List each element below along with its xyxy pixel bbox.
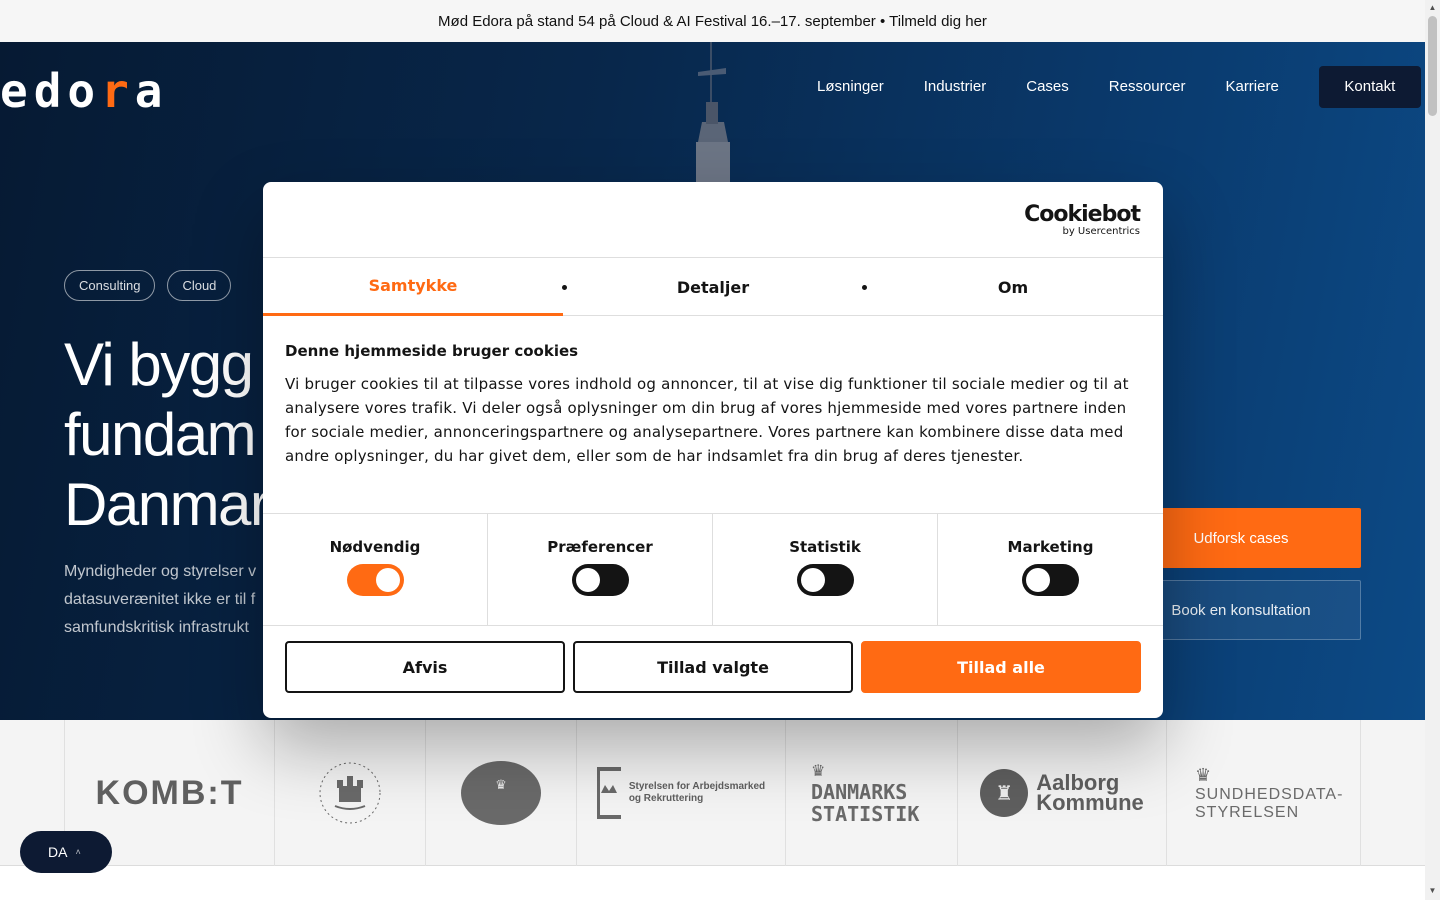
kobenhavn-crest-icon: [319, 762, 381, 824]
category-label: Statistik: [789, 538, 861, 556]
scroll-up-arrow-icon[interactable]: ▲: [1428, 3, 1437, 12]
cookiebot-name: Cookiebot: [1024, 202, 1141, 227]
aalborg-crest-icon: ♜: [980, 769, 1029, 817]
kombit-logo-text: KOMB:T: [95, 773, 244, 812]
cookie-dialog-title: Denne hjemmeside bruger cookies: [285, 342, 579, 360]
cookie-consent-dialog: Cookiebot by Usercentrics Samtykke Detal…: [263, 182, 1163, 718]
sds-text-line2: STYRELSEN: [1195, 803, 1300, 821]
tab-detaljer[interactable]: Detaljer: [563, 258, 867, 316]
tab-om-label: Om: [997, 277, 1029, 297]
toggle-knob: [800, 568, 825, 592]
page-scrollbar[interactable]: ▲ ▼: [1425, 0, 1440, 900]
contact-button[interactable]: Kontakt: [1318, 66, 1421, 108]
nav-item-karriere[interactable]: Karriere: [1205, 66, 1298, 108]
client-logo-strip: KOMB:T ♛ Styrelsen for Arbejdsmarked og …: [0, 720, 1425, 866]
spire-image: [696, 42, 730, 182]
language-selector[interactable]: DA ˄: [20, 831, 112, 873]
edora-logo[interactable]: edora: [0, 64, 169, 118]
nodvendig-toggle[interactable]: [346, 564, 404, 596]
allow-selected-button[interactable]: Tillad valgte: [573, 641, 853, 693]
praeferencer-toggle[interactable]: [571, 564, 629, 596]
cookiebot-logo[interactable]: Cookiebot by Usercentrics: [1024, 202, 1141, 238]
category-label: Nødvendig: [329, 538, 421, 556]
main-nav: Løsninger Industrier Cases Ressourcer Ka…: [797, 66, 1421, 108]
nav-item-losninger[interactable]: Løsninger: [797, 66, 904, 108]
announcement-bar[interactable]: Mød Edora på stand 54 på Cloud & AI Fest…: [0, 0, 1425, 42]
logo-text-end: a: [134, 64, 169, 118]
cookie-categories: Nødvendig Præferencer Statistik Marketin…: [263, 514, 1163, 626]
tag-cloud[interactable]: Cloud: [167, 270, 232, 301]
cookiebot-subtitle: by Usercentrics: [1062, 226, 1140, 237]
cookie-dialog-text: Vi bruger cookies til at tilpasse vores …: [285, 375, 1129, 465]
tab-om[interactable]: Om: [863, 258, 1163, 316]
toggle-knob: [375, 568, 400, 592]
toggle-knob: [575, 568, 600, 592]
statistik-toggle[interactable]: [796, 564, 854, 596]
reject-button[interactable]: Afvis: [285, 641, 565, 693]
category-nodvendig: Nødvendig: [263, 514, 488, 625]
dst-text-line1: DANMARKS: [811, 780, 908, 804]
dst-crown-icon: ♛: [811, 763, 826, 780]
nav-item-cases[interactable]: Cases: [1006, 66, 1089, 108]
scroll-down-arrow-icon[interactable]: ▼: [1428, 886, 1437, 895]
sundhedsdatastyrelsen-logo: ♛ SUNDHEDSDATA- STYRELSEN: [1166, 720, 1361, 866]
allow-all-button[interactable]: Tillad alle: [861, 641, 1141, 693]
styrelsen-text-line1: Styrelsen for Arbejdsmarked: [628, 781, 766, 792]
cookie-dialog-body: Denne hjemmeside bruger cookies Vi bruge…: [263, 316, 1163, 514]
hero-tags: Consulting Cloud: [64, 270, 232, 301]
category-statistik: Statistik: [713, 514, 938, 625]
tab-samtykke-label: Samtykke: [368, 276, 458, 295]
cookie-tabs: Samtykke Detaljer Om: [263, 258, 1163, 316]
nav-item-industrier[interactable]: Industrier: [904, 66, 1007, 108]
marketing-toggle[interactable]: [1022, 564, 1079, 596]
danmarks-domstole-logo: ♛: [425, 720, 576, 866]
logo-text-accent: r: [101, 64, 135, 118]
tab-detaljer-label: Detaljer: [676, 277, 750, 297]
domstole-seal-icon: ♛: [461, 761, 541, 825]
styrelsen-crown-icon: [596, 767, 621, 819]
styrelsen-arbejdsmarked-logo: Styrelsen for Arbejdsmarked og Rekrutter…: [576, 720, 785, 866]
danmarks-statistik-logo: ♛ DANMARKS STATISTIK: [785, 720, 957, 866]
category-label: Marketing: [1007, 538, 1094, 556]
tab-samtykke[interactable]: Samtykke: [263, 258, 567, 316]
aalborg-text-line2: Kommune: [1036, 790, 1144, 815]
kobenhavns-kommune-logo: [274, 720, 425, 866]
scrollbar-thumb[interactable]: [1428, 16, 1437, 116]
category-praeferencer: Præferencer: [488, 514, 713, 625]
tag-consulting[interactable]: Consulting: [64, 270, 156, 301]
cookie-actions: Afvis Tillad valgte Tillad alle: [263, 626, 1163, 708]
announcement-text[interactable]: Mød Edora på stand 54 på Cloud & AI Fest…: [438, 13, 987, 30]
logo-text-start: edo: [0, 64, 102, 118]
aalborg-kommune-logo: ♜ Aalborg Kommune: [957, 720, 1166, 866]
cookie-dialog-header: Cookiebot by Usercentrics: [263, 182, 1163, 258]
sds-crown-icon: ♛: [1195, 764, 1212, 785]
category-label: Præferencer: [547, 538, 653, 556]
category-marketing: Marketing: [938, 514, 1163, 625]
dst-text-line2: STATISTIK: [811, 802, 920, 826]
chevron-up-icon: ˄: [75, 847, 81, 857]
nav-item-ressourcer[interactable]: Ressourcer: [1089, 66, 1206, 108]
styrelsen-text-line2: og Rekruttering: [628, 793, 704, 804]
language-code: DA: [48, 844, 68, 860]
sds-text-line1: SUNDHEDSDATA-: [1195, 785, 1344, 803]
toggle-knob: [1026, 568, 1050, 592]
